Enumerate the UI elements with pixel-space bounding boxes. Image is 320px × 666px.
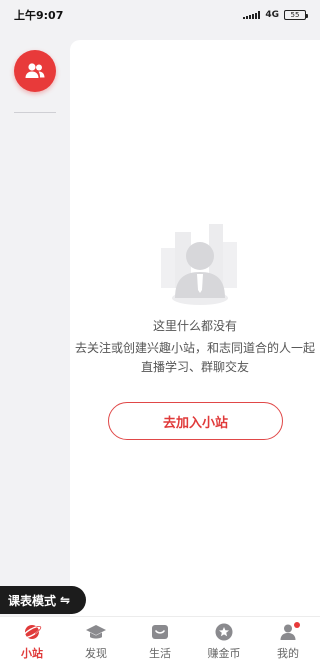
status-time: 上午9:07 [14,9,64,22]
sidebar [0,30,70,616]
group-icon [25,63,45,78]
signal-icon [243,11,261,19]
nav-label: 赚金币 [207,647,241,660]
bottom-nav: 小站 发现 生活 赚金币 我的 [0,616,320,666]
nav-item-me[interactable]: 我的 [256,617,320,666]
network-type: 4G [265,10,279,20]
group-button[interactable] [14,50,56,92]
graduation-cap-icon [85,622,107,642]
battery-level: 55 [290,11,300,19]
schedule-mode-label: 课表模式 [8,593,57,608]
coin-icon [213,622,235,642]
nav-item-life[interactable]: 生活 [128,617,192,666]
swap-icon: ⇋ [60,593,71,607]
nav-item-station[interactable]: 小站 [0,617,64,666]
nav-item-discover[interactable]: 发现 [64,617,128,666]
battery-icon: 55 [284,10,308,20]
nav-label: 生活 [149,647,171,660]
main-panel: 这里什么都没有 去关注或创建兴趣小站，和志同道合的人一起直播学习、群聊交友 去加… [70,40,320,616]
status-bar: 上午9:07 4G 55 [0,0,320,30]
nav-label: 发现 [85,647,107,660]
empty-illustration-icon [161,224,237,305]
nav-label: 小站 [21,647,43,660]
empty-description: 去关注或创建兴趣小站，和志同道合的人一起直播学习、群聊交友 [74,341,315,374]
nav-item-coins[interactable]: 赚金币 [192,617,256,666]
schedule-mode-toggle[interactable]: 课表模式 ⇋ [0,586,86,614]
planet-icon [21,622,43,642]
notification-dot [294,622,300,628]
status-right: 4G 55 [243,10,308,20]
cup-icon [149,622,171,642]
join-station-button[interactable]: 去加入小站 [108,402,283,440]
sidebar-divider [14,112,56,113]
empty-title: 这里什么都没有 [152,319,237,333]
profile-icon [277,622,300,642]
nav-label: 我的 [277,647,299,660]
